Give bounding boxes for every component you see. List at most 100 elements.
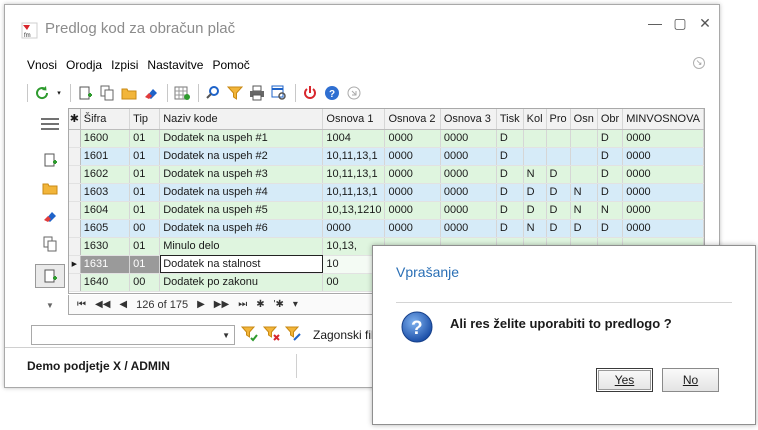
table-cell[interactable]: Dodatek na uspeh #1 xyxy=(159,129,324,148)
filter-edit-icon[interactable] xyxy=(284,325,303,346)
row-indicator[interactable]: ▶ xyxy=(69,255,81,274)
yes-button[interactable]: Yes xyxy=(596,368,653,392)
table-cell[interactable] xyxy=(523,147,547,166)
table-cell[interactable]: 0000 xyxy=(622,219,704,238)
column-header-kol[interactable]: Kol xyxy=(523,109,547,130)
table-cell[interactable]: 0000 xyxy=(622,147,704,166)
new-record-icon[interactable] xyxy=(75,83,95,103)
column-header-obr[interactable]: Obr xyxy=(597,109,624,130)
table-cell[interactable]: 01 xyxy=(129,183,161,202)
table-cell[interactable]: D xyxy=(597,147,624,166)
report-search-icon[interactable] xyxy=(269,83,289,103)
table-cell[interactable]: 0000 xyxy=(384,219,441,238)
column-header-osnova1[interactable]: Osnova 1 xyxy=(322,109,386,130)
table-cell[interactable]: 0000 xyxy=(322,219,386,238)
table-cell[interactable]: Dodatek na uspeh #3 xyxy=(159,165,324,184)
grid-corner-star[interactable]: ✱ xyxy=(69,109,81,130)
table-cell[interactable]: 0000 xyxy=(622,201,704,220)
menu-vnosi[interactable]: Vnosi xyxy=(27,58,57,74)
column-header-tip[interactable]: Tip xyxy=(129,109,161,130)
table-row[interactable]: 1605 00 Dodatek na uspeh #6 0000 0000 0000 D N D… xyxy=(69,219,704,238)
table-cell[interactable]: D xyxy=(496,219,524,238)
table-cell[interactable] xyxy=(523,129,547,148)
table-cell[interactable]: Dodatek na uspeh #6 xyxy=(159,219,324,238)
table-cell[interactable]: 0000 xyxy=(622,183,704,202)
table-cell[interactable]: D xyxy=(597,183,624,202)
table-cell[interactable]: 01 xyxy=(129,165,161,184)
table-cell[interactable] xyxy=(546,147,571,166)
table-cell[interactable]: 1630 xyxy=(80,237,131,256)
table-cell[interactable]: D xyxy=(597,219,624,238)
column-header-tisk[interactable]: Tisk xyxy=(496,109,524,130)
search-icon[interactable] xyxy=(203,83,223,103)
table-cell[interactable]: 1631 xyxy=(80,255,131,274)
table-cell[interactable]: 1601 xyxy=(80,147,131,166)
side-add-button[interactable] xyxy=(35,264,65,288)
table-cell[interactable]: 0000 xyxy=(622,165,704,184)
refresh-dropdown-icon[interactable]: ▾ xyxy=(54,83,64,103)
nav-append-icon[interactable]: '✱ xyxy=(274,299,284,310)
table-cell[interactable]: 0000 xyxy=(384,165,441,184)
table-cell[interactable]: D xyxy=(496,129,524,148)
side-new-record-icon[interactable] xyxy=(35,149,65,171)
copy-icon[interactable] xyxy=(97,83,117,103)
table-cell[interactable]: N xyxy=(570,201,598,220)
table-cell[interactable]: 10,11,13,1 xyxy=(322,183,386,202)
nav-first-icon[interactable]: ⏮ xyxy=(77,299,86,310)
table-row[interactable]: 1604 01 Dodatek na uspeh #5 10,13,1210 0000 0… xyxy=(69,201,704,220)
table-cell[interactable]: N xyxy=(523,219,547,238)
table-cell[interactable]: Dodatek na uspeh #5 xyxy=(159,201,324,220)
filter-combo[interactable]: ▼ xyxy=(31,325,235,345)
menu-izpisi[interactable]: Izpisi xyxy=(111,58,138,74)
row-indicator[interactable] xyxy=(69,201,81,220)
menu-pomoc[interactable]: Pomoč xyxy=(212,58,249,74)
side-open-folder-icon[interactable] xyxy=(35,177,65,199)
table-row[interactable]: 1600 01 Dodatek na uspeh #1 1004 0000 0000 D D 0… xyxy=(69,129,704,148)
table-cell[interactable]: 1602 xyxy=(80,165,131,184)
power-icon[interactable] xyxy=(300,83,320,103)
table-cell[interactable]: D xyxy=(546,183,571,202)
table-cell[interactable]: 1004 xyxy=(322,129,386,148)
table-cell[interactable]: 0000 xyxy=(384,201,441,220)
table-cell[interactable]: D xyxy=(496,147,524,166)
table-cell[interactable]: 1603 xyxy=(80,183,131,202)
column-header-pro[interactable]: Pro xyxy=(546,109,571,130)
row-indicator[interactable] xyxy=(69,165,81,184)
no-button[interactable]: No xyxy=(662,368,719,392)
nav-last-icon[interactable]: ⏭ xyxy=(238,299,247,310)
table-cell[interactable]: 0000 xyxy=(384,147,441,166)
side-eraser-icon[interactable] xyxy=(35,205,65,227)
nav-prev-page-icon[interactable]: ◀◀ xyxy=(95,299,110,310)
table-cell[interactable]: 0000 xyxy=(622,129,704,148)
menu-orodja[interactable]: Orodja xyxy=(66,58,102,74)
nav-next-icon[interactable]: ▶ xyxy=(197,299,205,310)
table-cell[interactable]: Dodatek na uspeh #2 xyxy=(159,147,324,166)
table-cell[interactable]: Dodatek na uspeh #4 xyxy=(159,183,324,202)
filter-clear-icon[interactable] xyxy=(262,325,281,346)
table-cell[interactable] xyxy=(546,129,571,148)
table-cell[interactable]: N xyxy=(570,183,598,202)
minimize-button[interactable]: — xyxy=(643,15,667,31)
print-icon[interactable] xyxy=(247,83,267,103)
table-cell[interactable]: Minulo delo xyxy=(159,237,324,256)
column-header-naziv[interactable]: Naziv kode xyxy=(159,109,324,130)
table-cell[interactable]: D xyxy=(597,129,624,148)
table-cell[interactable]: 00 xyxy=(129,219,161,238)
table-cell[interactable]: 0000 xyxy=(384,183,441,202)
column-header-osnova3[interactable]: Osnova 3 xyxy=(440,109,497,130)
hamburger-menu-icon[interactable] xyxy=(35,113,65,135)
row-indicator[interactable] xyxy=(69,183,81,202)
table-cell[interactable]: 1640 xyxy=(80,273,131,292)
table-cell[interactable]: D xyxy=(597,165,624,184)
table-cell[interactable]: Dodatek na stalnost xyxy=(159,255,324,274)
table-cell[interactable]: 0000 xyxy=(440,147,497,166)
help-icon[interactable]: ? xyxy=(322,83,342,103)
table-cell[interactable]: 01 xyxy=(129,129,161,148)
table-row[interactable]: 1602 01 Dodatek na uspeh #3 10,11,13,1 0000 0… xyxy=(69,165,704,184)
table-cell[interactable]: 10,13,1210 xyxy=(322,201,386,220)
table-cell[interactable]: D xyxy=(496,183,524,202)
table-cell[interactable]: 01 xyxy=(129,147,161,166)
nav-prev-icon[interactable]: ◀ xyxy=(119,299,127,310)
eraser-icon[interactable] xyxy=(141,83,161,103)
table-cell[interactable]: D xyxy=(546,219,571,238)
